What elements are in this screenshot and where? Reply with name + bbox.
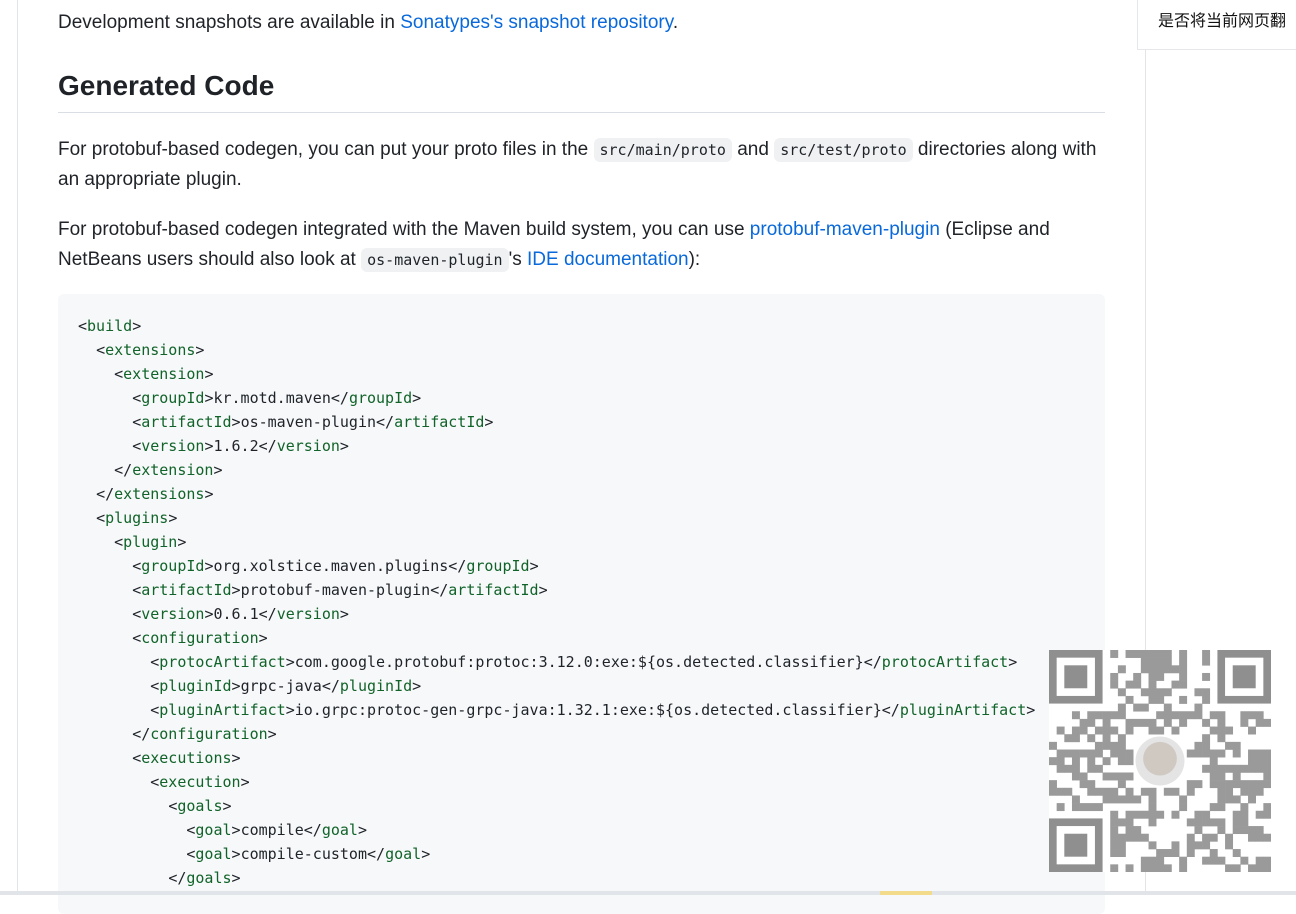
xml-text: compile-custom xyxy=(240,845,367,863)
xml-tag-name: extensions xyxy=(114,485,205,503)
code-line: <pluginArtifact>io.grpc:protoc-gen-grpc-… xyxy=(150,701,1036,719)
xml-tag-name: artifactId xyxy=(141,413,232,431)
xml-tag-name: version xyxy=(276,605,340,623)
xml-tag-name: protocArtifact xyxy=(159,653,286,671)
xml-tag-name: goals xyxy=(186,869,232,887)
code-line: </goals> xyxy=(168,869,241,887)
xml-tag-name: execution xyxy=(159,773,241,791)
xml-text: io.grpc:protoc-gen-grpc-java:1.32.1:exe:… xyxy=(294,701,882,719)
generated-code-heading: Generated Code xyxy=(58,66,1105,113)
code-line: <build> xyxy=(78,317,142,335)
code-line: <execution> xyxy=(150,773,250,791)
xml-tag-name: version xyxy=(276,437,340,455)
snapshot-repository-link[interactable]: Sonatypes's snapshot repository xyxy=(400,12,673,33)
xml-tag-name: version xyxy=(141,437,205,455)
xml-text: os-maven-plugin xyxy=(240,413,377,431)
code-line: <goal>compile</goal> xyxy=(186,821,367,839)
xml-tag-name: artifactId xyxy=(394,413,485,431)
xml-tag-name: groupId xyxy=(141,557,205,575)
translate-prompt[interactable]: 是否将当前网页翻 xyxy=(1137,0,1296,50)
snapshot-paragraph: Development snapshots are available in S… xyxy=(58,12,679,33)
xml-tag-name: groupId xyxy=(466,557,530,575)
xml-text: protobuf-maven-plugin xyxy=(240,581,431,599)
code-line: </extension> xyxy=(114,461,223,479)
code-line: <executions> xyxy=(132,749,241,767)
code-line: <groupId>kr.motd.maven</groupId> xyxy=(132,389,422,407)
code-line: <artifactId>protobuf-maven-plugin</artif… xyxy=(132,581,548,599)
code-line: <goals> xyxy=(168,797,232,815)
code-line: <extensions> xyxy=(96,341,205,359)
code-line: <configuration> xyxy=(132,629,268,647)
xml-tag-name: extension xyxy=(132,461,214,479)
xml-tag-name: groupId xyxy=(141,389,205,407)
code-line: <artifactId>os-maven-plugin</artifactId> xyxy=(132,413,494,431)
xml-tag-name: configuration xyxy=(150,725,268,743)
maven-paragraph: For protobuf-based codegen integrated wi… xyxy=(58,219,1050,272)
ide-documentation-link[interactable]: IDE documentation xyxy=(527,249,689,270)
xml-tag-name: goal xyxy=(195,845,232,863)
xml-tag-name: plugin xyxy=(123,533,178,551)
xml-text: com.google.protobuf:protoc:3.12.0:exe:${… xyxy=(294,653,864,671)
code-line: <goal>compile-custom</goal> xyxy=(186,845,431,863)
xml-tag-name: goal xyxy=(195,821,232,839)
xml-text: compile xyxy=(240,821,304,839)
inline-code-os-maven-plugin: os-maven-plugin xyxy=(361,248,509,272)
xml-tag-name: artifactId xyxy=(141,581,232,599)
maven-code-block[interactable]: <build> <extensions> <extension> <groupI… xyxy=(58,294,1105,914)
xml-text: kr.motd.maven xyxy=(213,389,331,407)
xml-tag-name: pluginArtifact xyxy=(159,701,286,719)
xml-tag-name: protocArtifact xyxy=(881,653,1009,671)
left-border xyxy=(17,0,18,895)
code-line: <groupId>org.xolstice.maven.plugins</gro… xyxy=(132,557,539,575)
xml-text: grpc-java xyxy=(240,677,322,695)
xml-tag-name: version xyxy=(141,605,205,623)
bottom-scroll-bar xyxy=(0,891,1296,895)
protobuf-maven-plugin-link[interactable]: protobuf-maven-plugin xyxy=(750,219,940,240)
code-line: <plugins> xyxy=(96,509,178,527)
xml-tag-name: goal xyxy=(321,821,358,839)
xml-tag-name: artifactId xyxy=(448,581,539,599)
code-line: <pluginId>grpc-java</pluginId> xyxy=(150,677,422,695)
codegen-paragraph: For protobuf-based codegen, you can put … xyxy=(58,138,1097,190)
translate-prompt-text: 是否将当前网页翻 xyxy=(1158,11,1287,30)
xml-tag-name: pluginId xyxy=(159,677,232,695)
xml-text: 0.6.1 xyxy=(213,605,259,623)
xml-tag-name: goals xyxy=(177,797,223,815)
xml-tag-name: extensions xyxy=(105,341,196,359)
code-lines: <build> <extensions> <extension> <groupI… xyxy=(78,314,1035,890)
xml-tag-name: extension xyxy=(123,365,205,383)
xml-tag-name: pluginArtifact xyxy=(899,701,1027,719)
xml-tag-name: groupId xyxy=(348,389,413,407)
code-line: <version>1.6.2</version> xyxy=(132,437,349,455)
code-line: <version>0.6.1</version> xyxy=(132,605,349,623)
inline-code-test-proto: src/test/proto xyxy=(774,138,913,162)
scroll-highlight xyxy=(880,891,932,895)
xml-tag-name: goal xyxy=(385,845,422,863)
xml-text: 1.6.2 xyxy=(213,437,259,455)
code-line: </extensions> xyxy=(96,485,214,503)
code-line: <extension> xyxy=(114,365,214,383)
xml-tag-name: executions xyxy=(141,749,232,767)
code-line: <plugin> xyxy=(114,533,187,551)
inline-code-main-proto: src/main/proto xyxy=(593,138,732,162)
xml-text: org.xolstice.maven.plugins xyxy=(213,557,449,575)
qr-code-image xyxy=(1049,650,1271,872)
xml-tag-name: build xyxy=(87,317,133,335)
code-line: </configuration> xyxy=(132,725,277,743)
xml-tag-name: configuration xyxy=(141,629,259,647)
xml-tag-name: pluginId xyxy=(339,677,413,695)
code-line: <protocArtifact>com.google.protobuf:prot… xyxy=(150,653,1018,671)
xml-tag-name: plugins xyxy=(105,509,169,527)
